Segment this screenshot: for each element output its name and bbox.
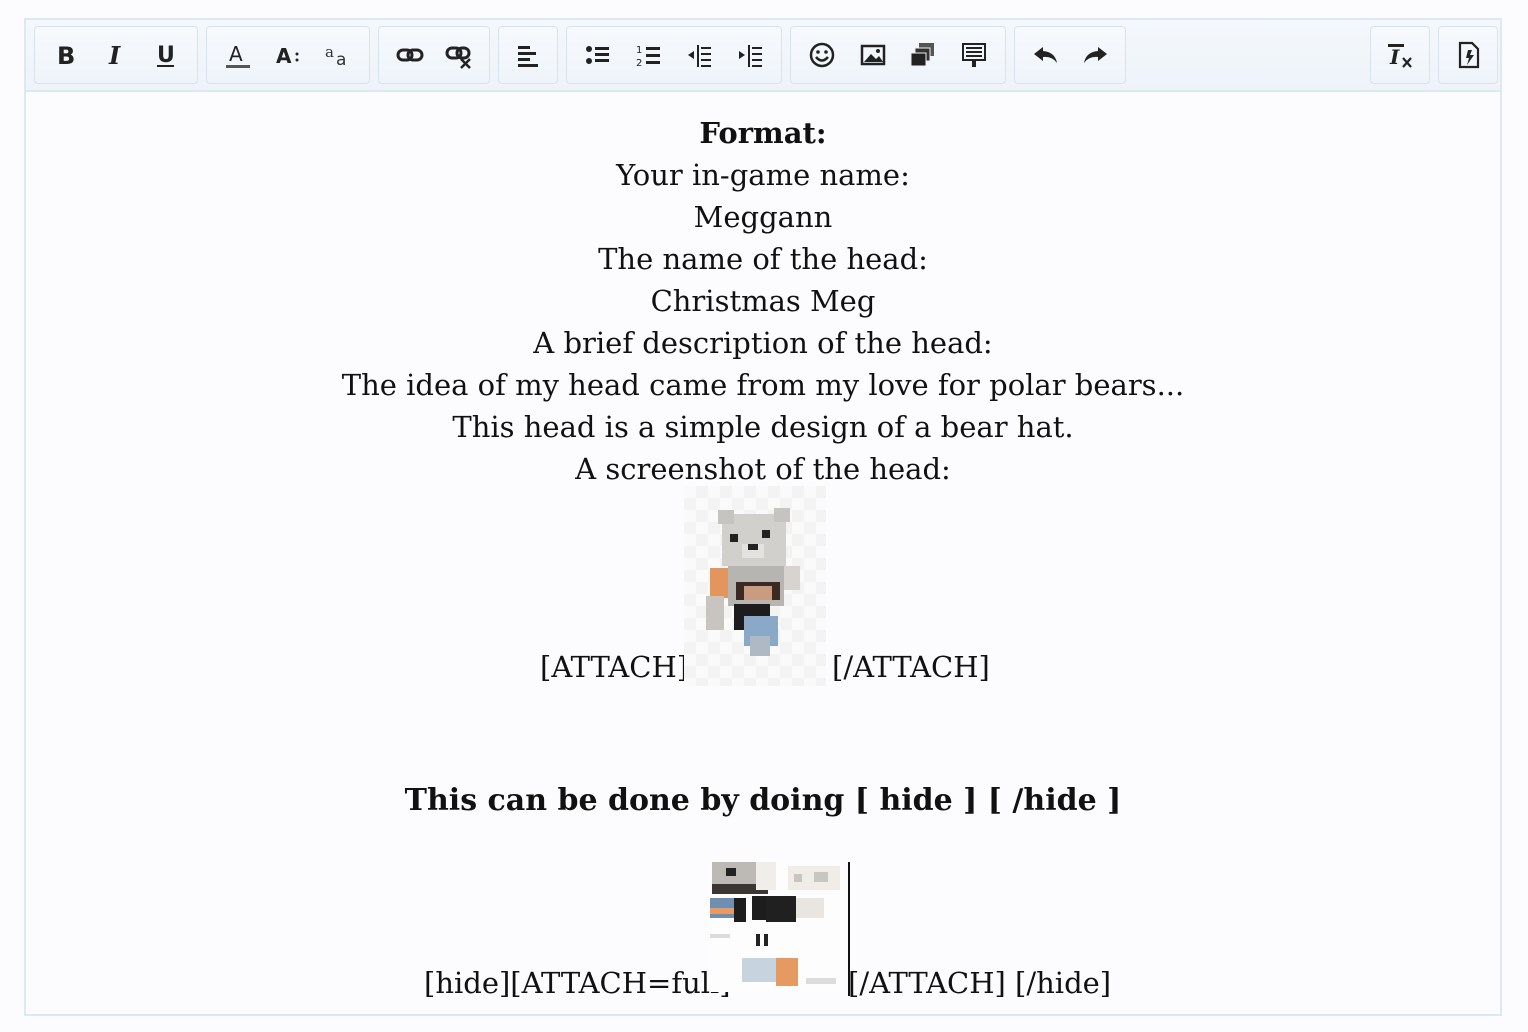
toolbar-group-link: [378, 26, 490, 84]
svg-text:A: A: [229, 42, 243, 66]
attachment-row: [ATTACH] [/ATTACH]: [26, 486, 1500, 686]
underline-button[interactable]: U: [141, 29, 191, 81]
toolbar-group-align: [498, 26, 558, 84]
toolbar-group-insert: [790, 26, 1006, 84]
skin-texture-image[interactable]: [710, 862, 844, 992]
italic-icon: I: [108, 41, 121, 69]
redo-button[interactable]: [1070, 29, 1119, 81]
numbered-list-icon: 12: [636, 45, 660, 69]
link-button[interactable]: [385, 29, 434, 81]
text-line: This head is a simple design of a bear h…: [452, 410, 1074, 444]
bullet-list-icon: [586, 46, 610, 64]
head-screenshot-image[interactable]: [684, 486, 826, 686]
svg-text:a: a: [336, 50, 346, 69]
toggle-bbcode-icon: [1458, 41, 1480, 69]
media-icon: [910, 43, 935, 67]
text-color-button[interactable]: A: [213, 29, 263, 81]
text-line: Meggann: [693, 200, 833, 234]
text-line: The idea of my head came from my love fo…: [341, 368, 1185, 402]
align-left-icon: [518, 46, 538, 67]
smilie-button[interactable]: [797, 29, 848, 81]
image-icon: [860, 44, 885, 66]
underline-icon: U: [157, 43, 175, 68]
toolbar-group-remove-format: I: [1370, 26, 1430, 84]
svg-text:2: 2: [636, 58, 642, 69]
font-size-icon: A: [276, 44, 299, 68]
svg-text:1: 1: [636, 45, 642, 56]
toolbar-group-list: 12: [566, 26, 782, 84]
hidden-attachment-row: [hide][ATTACH=full] [/ATTACH] [/hide]: [26, 862, 1500, 1002]
attach-close-tag: [/ATTACH]: [832, 650, 990, 684]
toolbar-group-text-style: B I U: [34, 26, 198, 84]
hide-close-tag: [/ATTACH] [/hide]: [848, 966, 1112, 1000]
bullet-list-button[interactable]: [573, 29, 624, 81]
insert-icon: [961, 43, 986, 67]
media-button[interactable]: [898, 29, 949, 81]
text-color-icon: A: [226, 42, 250, 68]
text-line: A screenshot of the head:: [575, 452, 951, 486]
smilie-icon: [810, 42, 835, 68]
align-button[interactable]: [505, 29, 551, 81]
svg-text:I: I: [108, 41, 121, 69]
font-family-icon: aa: [325, 43, 346, 69]
outdent-button[interactable]: [674, 29, 725, 81]
svg-text:I: I: [1389, 45, 1400, 69]
attach-open-tag: [ATTACH]: [540, 650, 689, 684]
svg-text:A: A: [276, 44, 292, 68]
italic-button[interactable]: I: [91, 29, 141, 81]
svg-text:a: a: [325, 43, 334, 61]
undo-icon: [1033, 47, 1057, 63]
redo-icon: [1083, 47, 1107, 63]
hide-open-tag: [hide][ATTACH=full]: [424, 966, 731, 1000]
toggle-bbcode-button[interactable]: [1445, 29, 1491, 81]
text-line: A brief description of the head:: [533, 326, 993, 360]
toolbar-group-font: A A aa: [206, 26, 370, 84]
bold-button[interactable]: B: [41, 29, 91, 81]
font-family-button[interactable]: aa: [313, 29, 363, 81]
indent-button[interactable]: [725, 29, 776, 81]
remove-format-icon: I: [1388, 44, 1412, 69]
unlink-button[interactable]: [434, 29, 483, 81]
rich-text-editor[interactable]: B I U A A aa 1 2 I Format: Your in-game …: [24, 18, 1502, 1016]
svg-text:B: B: [57, 42, 75, 69]
text-line: The name of the head:: [598, 242, 928, 276]
outdent-icon: [688, 45, 712, 67]
text-line: Your in-game name:: [616, 158, 910, 192]
format-heading: Format:: [699, 116, 827, 150]
hide-instructions: This can be done by doing [ hide ] [ /hi…: [404, 783, 1122, 818]
indent-icon: [738, 45, 762, 67]
link-icon: [396, 48, 423, 62]
remove-format-button[interactable]: I: [1377, 29, 1423, 81]
text-line: Christmas Meg: [650, 284, 876, 318]
bold-icon: B: [57, 42, 75, 69]
toolbar-group-bbcode: [1438, 26, 1498, 84]
editor-content[interactable]: Format: Your in-game name: Meggann The n…: [26, 92, 1500, 1014]
svg-text:U: U: [157, 43, 175, 68]
undo-button[interactable]: [1021, 29, 1070, 81]
font-size-button[interactable]: A: [263, 29, 313, 81]
numbered-list-button[interactable]: 12: [624, 29, 675, 81]
image-button[interactable]: [848, 29, 899, 81]
editor-toolbar: B I U A A aa 1 2 I: [26, 20, 1500, 92]
unlink-icon: [445, 46, 471, 69]
insert-button[interactable]: [949, 29, 1000, 81]
toolbar-group-history: [1014, 26, 1126, 84]
